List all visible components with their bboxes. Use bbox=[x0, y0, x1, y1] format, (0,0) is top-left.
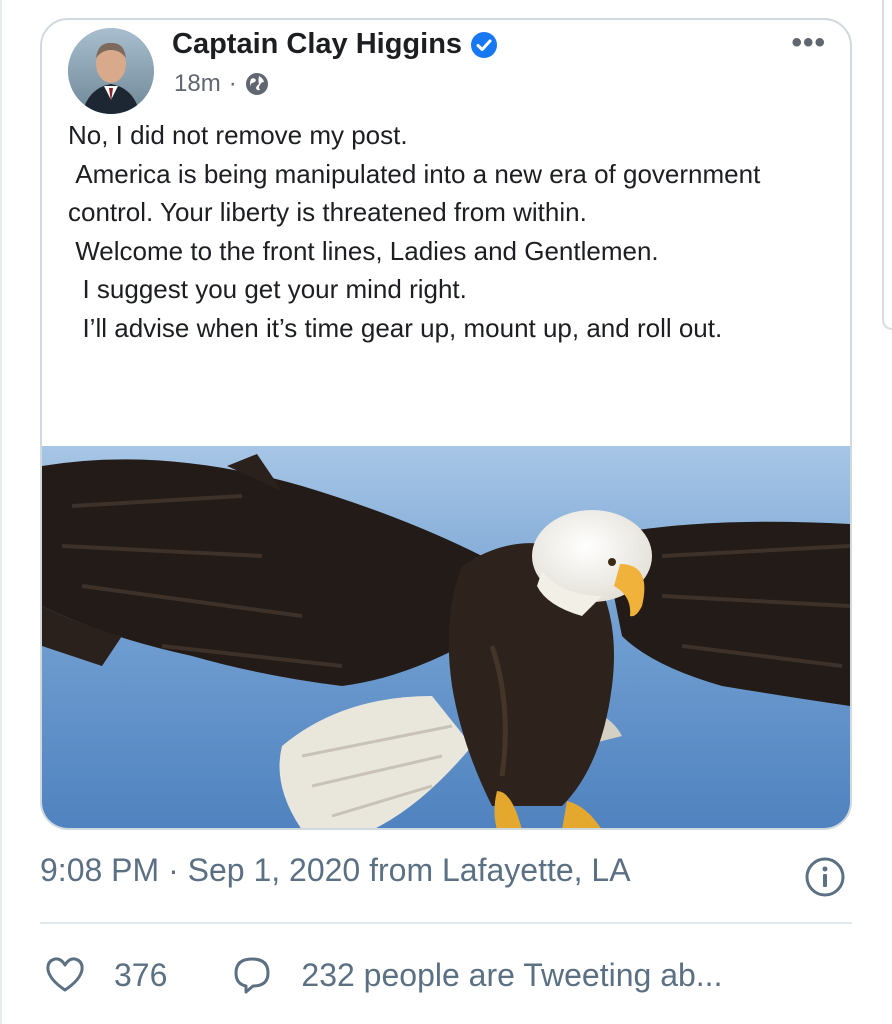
post-header: Captain Clay Higgins 18m · ••• bbox=[42, 20, 850, 114]
globe-icon bbox=[245, 73, 268, 95]
conversation-text: 232 people are Tweeting ab... bbox=[301, 956, 723, 993]
conversation-button[interactable]: 232 people are Tweeting ab... bbox=[231, 954, 722, 996]
embedded-post-card[interactable]: Captain Clay Higgins 18m · ••• No, I did… bbox=[40, 18, 852, 830]
post-meta: 18m · bbox=[174, 70, 269, 98]
scrollbar-edge bbox=[882, 0, 892, 330]
info-icon[interactable] bbox=[804, 856, 846, 898]
verified-badge-icon bbox=[471, 32, 498, 59]
like-button[interactable]: 376 bbox=[44, 954, 167, 996]
post-text: No, I did not remove my post. America is… bbox=[68, 120, 761, 343]
divider bbox=[40, 922, 852, 924]
heart-icon bbox=[46, 957, 84, 992]
meta-separator: · bbox=[228, 70, 237, 97]
tweet-timestamp[interactable]: 9:08 PM · Sep 1, 2020 from Lafayette, LA bbox=[40, 852, 631, 889]
post-time[interactable]: 18m bbox=[174, 70, 221, 98]
more-options-icon[interactable]: ••• bbox=[791, 26, 826, 60]
speech-bubble-icon bbox=[234, 957, 270, 994]
author-name-text: Captain Clay Higgins bbox=[172, 28, 463, 60]
author-name[interactable]: Captain Clay Higgins bbox=[172, 28, 498, 61]
bald-eagle-photo[interactable] bbox=[42, 446, 850, 828]
avatar[interactable] bbox=[68, 28, 154, 114]
like-count: 376 bbox=[114, 956, 168, 993]
tweet-actions: 376 232 people are Tweeting ab... bbox=[44, 950, 722, 1000]
